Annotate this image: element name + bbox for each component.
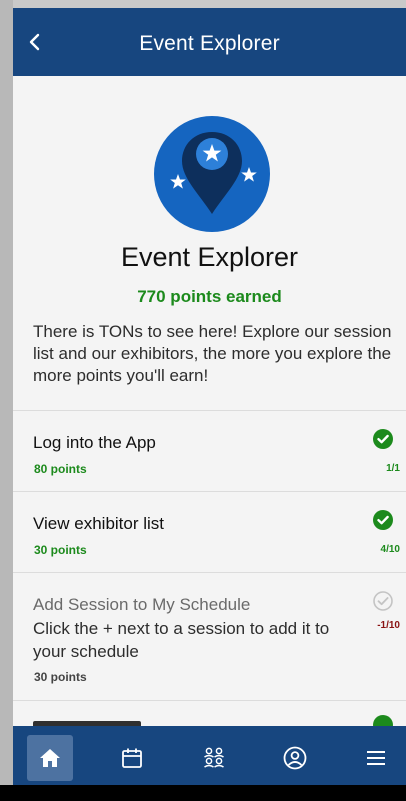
task-points: 30 points (34, 543, 87, 557)
nav-home[interactable] (27, 735, 73, 781)
task-progress: -1/10 (377, 620, 400, 631)
task-points: 80 points (34, 462, 87, 476)
task-subtitle: Click the + next to a session to add it … (33, 619, 330, 661)
task-points: 30 points (34, 670, 87, 684)
top-app-bar: Event Explorer (13, 8, 406, 76)
app-screen: Event Explorer Event Explorer 770 points… (13, 8, 406, 793)
nav-profile[interactable] (272, 735, 318, 781)
home-icon (40, 749, 60, 767)
profile-icon (283, 746, 307, 770)
calendar-icon (122, 748, 142, 768)
points-earned: 770 points earned (137, 287, 282, 306)
task-row-view-exhibitor-list[interactable]: View exhibitor list 30 points 4/10 (13, 492, 406, 572)
bottom-nav (13, 726, 406, 793)
device-frame-top (0, 0, 406, 8)
check-circle-icon (373, 510, 393, 530)
system-bar (0, 785, 406, 801)
task-row-log-into-app[interactable]: Log into the App 80 points 1/1 (13, 411, 406, 491)
map-pin-stars-icon (154, 116, 270, 232)
page-title: Event Explorer (139, 32, 280, 55)
people-icon (204, 747, 224, 768)
task-title: Add Session to My Schedule (33, 595, 251, 614)
task-row-add-session[interactable]: Add Session to My Schedule Click the + n… (13, 573, 406, 700)
challenge-title: Event Explorer (120, 242, 299, 272)
challenge-header: Event Explorer 770 points earned There i… (13, 76, 406, 411)
nav-attendees[interactable] (191, 735, 237, 781)
task-title: View exhibitor list (33, 514, 165, 533)
menu-icon (367, 751, 385, 765)
task-title: Log into the App (33, 433, 156, 452)
task-progress: 1/1 (386, 463, 400, 474)
task-progress: 4/10 (380, 544, 400, 555)
check-circle-icon (373, 429, 393, 449)
check-circle-outline-icon (373, 591, 393, 611)
device-frame-left (0, 0, 13, 801)
nav-schedule[interactable] (109, 735, 155, 781)
nav-menu[interactable] (353, 735, 399, 781)
challenge-description: There is TONs to see here! Explore our s… (33, 322, 392, 385)
